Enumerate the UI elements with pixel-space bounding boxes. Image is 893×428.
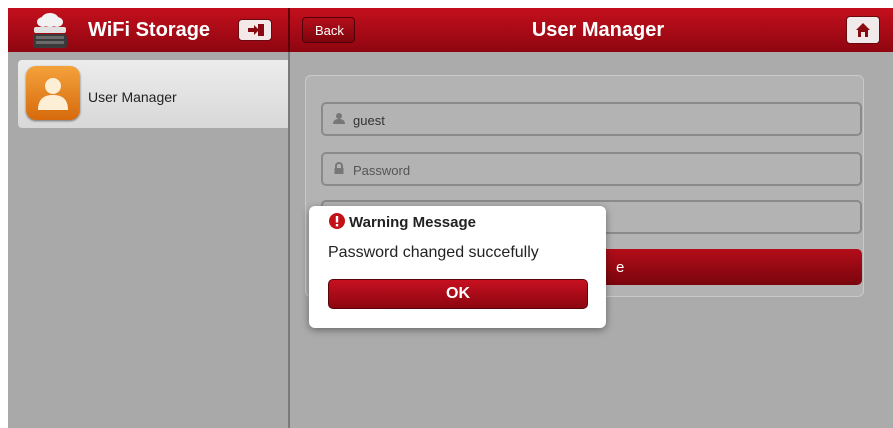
back-button[interactable]: Back [302, 17, 355, 43]
sidebar: User Manager [8, 52, 288, 428]
user-icon [333, 113, 345, 124]
save-button-label: e [616, 259, 625, 276]
username-value: guest [353, 113, 385, 128]
password-placeholder: Password [353, 163, 411, 178]
sidebar-item-user-manager[interactable]: User Manager [18, 60, 288, 128]
dialog-message: Password changed succefully [328, 244, 539, 261]
username-field[interactable]: guest [321, 102, 862, 136]
lock-icon [334, 162, 344, 174]
home-icon [856, 23, 870, 37]
app-title: WiFi Storage [88, 19, 211, 41]
exit-button[interactable] [238, 19, 272, 41]
storage-drive-logo-icon [30, 11, 70, 49]
topbar-divider [288, 8, 290, 52]
password-field[interactable]: Password [321, 152, 862, 186]
top-bar: WiFi Storage Back User Manager [8, 8, 893, 52]
warning-dialog: Warning Message Password changed succefu… [309, 206, 606, 328]
page-title: User Manager [531, 19, 665, 41]
home-button[interactable] [846, 16, 880, 44]
sidebar-separator [288, 52, 290, 428]
ok-button[interactable]: OK [328, 279, 588, 309]
user-manager-icon [26, 66, 80, 120]
app-frame: WiFi Storage Back User Manager User Mana… [8, 8, 893, 428]
dialog-title: Warning Message [349, 214, 476, 231]
warning-icon [329, 213, 345, 229]
sidebar-item-label: User Manager [88, 89, 177, 105]
exit-icon [248, 24, 264, 36]
